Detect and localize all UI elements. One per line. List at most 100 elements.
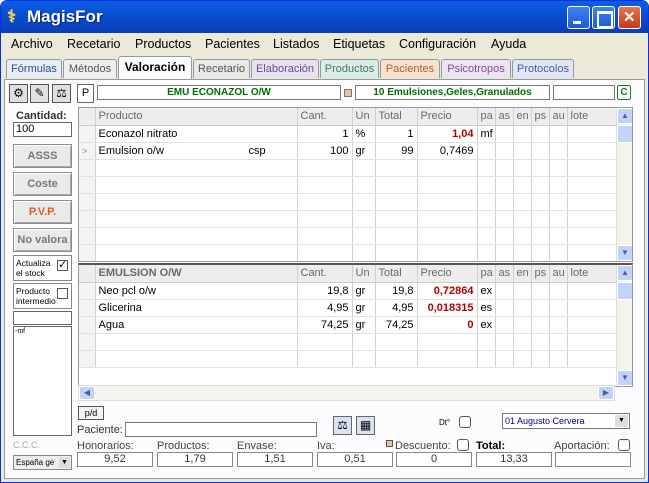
cell[interactable] bbox=[567, 227, 618, 245]
code-field[interactable] bbox=[553, 85, 615, 100]
table-row[interactable] bbox=[79, 244, 618, 261]
cell[interactable] bbox=[495, 159, 514, 177]
cell[interactable] bbox=[531, 244, 550, 261]
table-row[interactable]: Econazol nitrato 1 % 1 1,04 mf bbox=[79, 125, 618, 143]
cell[interactable] bbox=[477, 244, 496, 261]
cell[interactable] bbox=[549, 244, 568, 261]
table-row[interactable]: Glicerina 4,95 gr 4,95 0,018315 es bbox=[79, 299, 618, 317]
cell[interactable] bbox=[549, 350, 568, 368]
cell[interactable] bbox=[352, 244, 376, 261]
cell[interactable] bbox=[513, 350, 532, 368]
cell[interactable] bbox=[549, 176, 568, 194]
cell[interactable] bbox=[352, 176, 376, 194]
cell-un[interactable]: % bbox=[352, 125, 376, 143]
cell[interactable] bbox=[477, 159, 496, 177]
cell-total[interactable]: 19,8 bbox=[375, 282, 418, 300]
cell[interactable] bbox=[531, 176, 550, 194]
actualiza-stock-checkbox[interactable]: ✓ bbox=[57, 260, 68, 271]
cell[interactable] bbox=[495, 210, 514, 228]
cell[interactable] bbox=[297, 210, 353, 228]
total-value[interactable]: 13,33 bbox=[476, 452, 552, 467]
cell[interactable] bbox=[297, 159, 353, 177]
cell-producto[interactable]: Econazol nitrato bbox=[95, 125, 298, 143]
cell-un[interactable]: gr bbox=[352, 142, 376, 160]
menu-pacientes[interactable]: Pacientes bbox=[205, 37, 260, 51]
menu-recetario[interactable]: Recetario bbox=[67, 37, 121, 51]
cell[interactable] bbox=[375, 210, 418, 228]
cell[interactable] bbox=[567, 350, 618, 368]
cell-ps[interactable] bbox=[531, 125, 550, 143]
cell[interactable] bbox=[567, 176, 618, 194]
table-row[interactable] bbox=[79, 350, 618, 368]
cell-lote[interactable] bbox=[567, 125, 618, 143]
cell[interactable] bbox=[95, 210, 298, 228]
cell-ps[interactable] bbox=[531, 142, 550, 160]
cell-lote[interactable] bbox=[567, 282, 618, 300]
cell[interactable] bbox=[531, 159, 550, 177]
descuento-marker[interactable] bbox=[386, 440, 393, 447]
cell-ps[interactable] bbox=[531, 316, 550, 334]
col-as[interactable]: as bbox=[495, 108, 514, 126]
notes-input[interactable] bbox=[13, 311, 72, 325]
p-button[interactable]: P bbox=[77, 84, 94, 103]
tab-metodos[interactable]: Métodos bbox=[63, 59, 117, 78]
cell[interactable] bbox=[417, 210, 478, 228]
cell[interactable] bbox=[297, 333, 353, 351]
tab-elaboracion[interactable]: Elaboración bbox=[251, 59, 319, 78]
cell[interactable] bbox=[477, 193, 496, 211]
col-precio[interactable]: Precio bbox=[417, 265, 478, 283]
cell-en[interactable] bbox=[513, 316, 532, 334]
productos-value[interactable]: 1,79 bbox=[157, 452, 233, 467]
cell-en[interactable] bbox=[513, 125, 532, 143]
cell[interactable] bbox=[297, 176, 353, 194]
menu-ayuda[interactable]: Ayuda bbox=[491, 37, 526, 51]
col-precio[interactable]: Precio bbox=[417, 108, 478, 126]
col-cant[interactable]: Cant. bbox=[297, 265, 353, 283]
formula-grid[interactable]: Producto Cant. Un Total Precio pa as en … bbox=[78, 107, 633, 262]
cell-au[interactable] bbox=[549, 125, 568, 143]
title-bar[interactable]: ⚕ MagisFor bbox=[1, 1, 648, 33]
cell[interactable] bbox=[531, 227, 550, 245]
cell-en[interactable] bbox=[513, 142, 532, 160]
cell-precio[interactable]: 0 bbox=[417, 316, 478, 334]
cell-lote[interactable] bbox=[567, 316, 618, 334]
formula-name-field[interactable]: EMU ECONAZOL O/W bbox=[97, 85, 341, 100]
tab-pacientes[interactable]: Pacientes bbox=[380, 59, 440, 78]
cell-pa[interactable]: es bbox=[477, 299, 496, 317]
table-row[interactable] bbox=[79, 227, 618, 245]
scroll-down-icon[interactable]: ▼ bbox=[617, 370, 632, 386]
tab-formulas[interactable]: Fórmulas bbox=[6, 59, 62, 78]
cell-as[interactable] bbox=[495, 299, 514, 317]
cell[interactable] bbox=[95, 350, 298, 368]
cell[interactable] bbox=[549, 193, 568, 211]
cell[interactable] bbox=[495, 193, 514, 211]
table-row[interactable] bbox=[79, 333, 618, 351]
grid2-vertical-scrollbar[interactable]: ▲ ▼ bbox=[616, 265, 632, 386]
cell[interactable] bbox=[513, 244, 532, 261]
cell-un[interactable]: gr bbox=[352, 282, 376, 300]
cell-pa[interactable]: ex bbox=[477, 282, 496, 300]
coste-button[interactable]: Coste bbox=[13, 172, 72, 196]
cell-un[interactable]: gr bbox=[352, 316, 376, 334]
cell[interactable] bbox=[495, 227, 514, 245]
cell[interactable] bbox=[477, 350, 496, 368]
quantity-input[interactable]: 100 bbox=[13, 122, 72, 137]
honorarios-value[interactable]: 9,52 bbox=[77, 452, 153, 467]
table-row[interactable] bbox=[79, 193, 618, 211]
cell[interactable] bbox=[375, 350, 418, 368]
cell[interactable] bbox=[567, 333, 618, 351]
balance-icon[interactable]: ⚖ bbox=[333, 416, 352, 435]
maximize-button[interactable] bbox=[592, 6, 615, 29]
cell[interactable] bbox=[417, 350, 478, 368]
cell[interactable] bbox=[513, 193, 532, 211]
cell[interactable] bbox=[352, 350, 376, 368]
cell-ps[interactable] bbox=[531, 299, 550, 317]
cell[interactable] bbox=[549, 333, 568, 351]
col-as[interactable]: as bbox=[495, 265, 514, 283]
cell-as[interactable] bbox=[495, 316, 514, 334]
no-valora-button[interactable]: No valora bbox=[13, 228, 72, 252]
scroll-up-icon[interactable]: ▲ bbox=[617, 108, 632, 124]
aportacion-checkbox[interactable] bbox=[618, 439, 630, 451]
c-button[interactable]: C bbox=[617, 85, 631, 100]
tab-protocolos[interactable]: Protocolos bbox=[512, 59, 574, 78]
